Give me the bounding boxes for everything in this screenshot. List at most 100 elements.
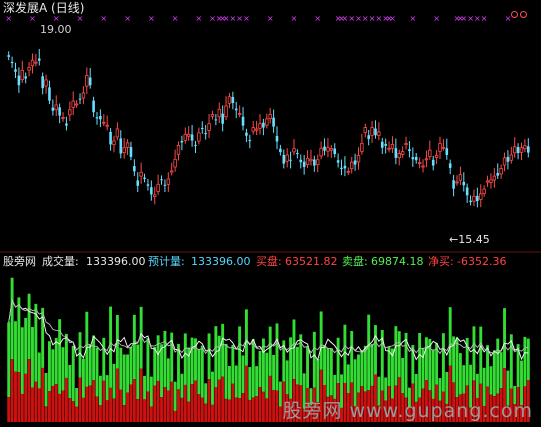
candle-body: [78, 98, 82, 100]
candle-body: [200, 128, 204, 130]
high-price-label: 19.00: [40, 23, 72, 36]
candle-body: [237, 113, 242, 116]
volume-bar-buy: [85, 386, 89, 422]
volume-bar-buy: [126, 392, 130, 422]
volume-bar-sell: [68, 364, 72, 399]
volume-bar-sell: [102, 337, 106, 381]
volume-bar-sell: [109, 306, 113, 388]
volume-bar-buy: [95, 396, 99, 422]
candle-body: [92, 100, 95, 113]
candle-body: [254, 128, 259, 131]
volume-bar-sell: [238, 326, 242, 399]
candle-body: [302, 161, 306, 167]
volume-bar-buy: [75, 406, 79, 422]
volume-bar-buy: [241, 393, 245, 422]
volume-bar-buy: [143, 399, 146, 422]
candle-body: [262, 122, 265, 128]
signal-mark: ×: [467, 14, 474, 23]
volume-bar-buy: [88, 385, 92, 422]
candle-body: [329, 148, 334, 151]
window-controls[interactable]: [509, 3, 535, 18]
watermark: 股旁网 www.gupang.com: [282, 400, 533, 422]
candle-body: [489, 179, 493, 183]
candle-body: [129, 147, 133, 157]
volume-bar-sell: [268, 326, 272, 376]
volume-bar-sell: [292, 319, 296, 380]
candlestick-series: [7, 48, 530, 208]
candle-body: [384, 143, 387, 146]
volume-bar-buy: [163, 387, 167, 422]
volume-bar-buy: [160, 397, 163, 422]
volume-bar-buy: [194, 380, 197, 422]
candle-body: [245, 132, 248, 136]
volume-bar-sell: [177, 343, 180, 390]
volume-bar-sell: [214, 326, 218, 388]
candle-body: [234, 108, 238, 111]
candle-body: [476, 195, 479, 202]
volume-bar-buy: [20, 393, 24, 422]
volume-bar-buy: [248, 399, 252, 422]
volume-bar-sell: [265, 352, 269, 399]
volume-bar-buy: [197, 394, 201, 422]
candle-body: [7, 55, 10, 57]
volume-bar-buy: [211, 404, 214, 422]
candle-body: [214, 119, 218, 121]
volume-bar-sell: [105, 375, 109, 401]
volume-bar-buy: [109, 387, 113, 422]
volume-bar-sell: [255, 366, 259, 397]
candle-body: [421, 165, 425, 168]
volume-bar-sell: [458, 353, 462, 395]
candle-body: [323, 146, 326, 151]
volume-bar-sell: [75, 387, 79, 407]
candle-body: [61, 117, 65, 119]
volume-bar-sell: [183, 333, 187, 385]
candle-body: [360, 143, 364, 152]
volume-bar-buy: [132, 379, 136, 422]
volume-bar-buy: [71, 401, 75, 422]
volume-bar-sell: [54, 337, 58, 385]
chart-title: 深发展A (日线): [3, 1, 85, 15]
window-close-icon[interactable]: [520, 11, 527, 18]
volume-bar-buy: [48, 391, 51, 422]
candle-body: [285, 154, 289, 162]
low-price-label: ←15.45: [449, 233, 490, 246]
signal-mark: ×: [100, 14, 107, 23]
forecast-label: 预计量:: [148, 255, 185, 268]
volume-bar-sell: [479, 326, 483, 384]
volume-bar-sell: [363, 345, 367, 392]
volume-bar-buy: [278, 406, 282, 422]
volume-bar-sell: [329, 348, 333, 396]
volume-bar-sell: [496, 338, 500, 394]
candle-body: [54, 104, 58, 111]
volume-bar-sell: [336, 337, 340, 384]
candle-body: [513, 146, 517, 154]
signal-mark: ×: [355, 14, 362, 23]
volume-bar-buy: [81, 397, 85, 422]
candle-body: [374, 128, 377, 136]
candle-body: [163, 184, 167, 186]
candle-body: [251, 127, 255, 132]
candle-body: [160, 179, 163, 181]
volume-bar-sell: [136, 344, 140, 400]
volume-bar-sell: [71, 345, 75, 402]
volume-bar-buy: [214, 387, 218, 422]
volume-bar-buy: [183, 384, 187, 422]
signal-mark: ×: [53, 14, 60, 23]
candle-body: [390, 143, 395, 149]
candle-body: [24, 76, 27, 79]
volume-bar-buy: [238, 398, 242, 422]
candle-body: [190, 134, 194, 141]
candle-body: [292, 148, 296, 153]
volume-bar-buy: [78, 377, 82, 422]
volume-bar-sell: [48, 341, 51, 392]
candle-body: [499, 168, 503, 175]
volume-bar-sell: [112, 363, 116, 399]
chart-canvas: × × × × × × × × × × ××× × × × × × × ××× × × × × × ××× × × ××× × × × ×: [0, 14, 541, 422]
candle-body: [81, 92, 86, 99]
volume-bar-sell: [323, 345, 326, 385]
candle-body: [146, 184, 150, 186]
candle-body: [183, 133, 187, 141]
volume-bar-sell: [143, 375, 146, 400]
window-restore-icon[interactable]: [511, 11, 518, 18]
volume-bar-sell: [221, 323, 225, 377]
